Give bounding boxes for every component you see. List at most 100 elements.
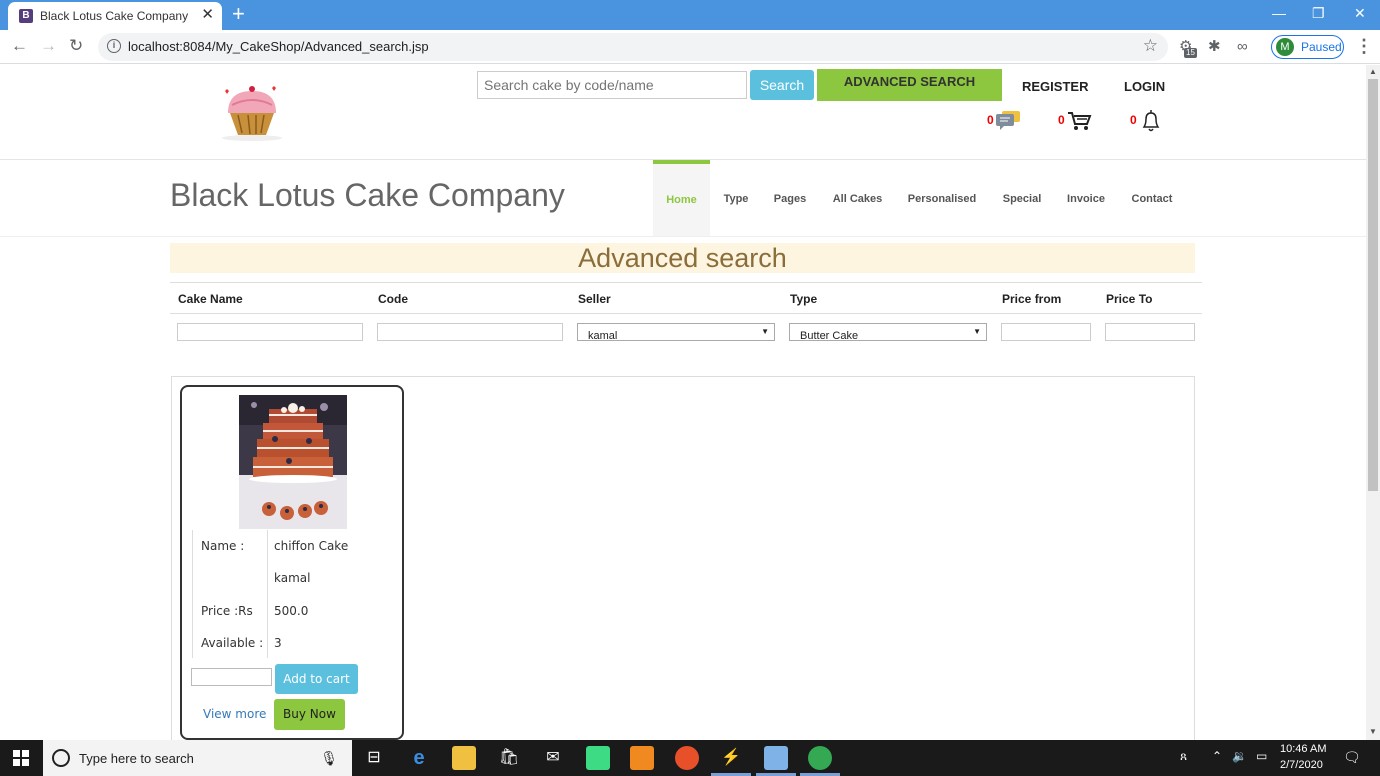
seller-value: kamal	[274, 571, 311, 585]
seller-select[interactable]: kamal ▼	[577, 323, 775, 341]
shopping-cart-icon[interactable]	[1066, 109, 1092, 131]
address-bar[interactable]: i localhost:8084/My_CakeShop/Advanced_se…	[98, 33, 1168, 61]
notification-center-icon[interactable]: 🗨	[1343, 749, 1361, 766]
task-view-icon[interactable]: ⊟	[362, 746, 386, 770]
nav-item-special[interactable]: Special	[1000, 160, 1044, 236]
microphone-icon[interactable]: 🎙	[320, 750, 338, 767]
sublime-app-icon[interactable]	[630, 746, 654, 770]
nav-divider	[0, 236, 1366, 237]
edge-browser-icon[interactable]: e	[407, 746, 431, 770]
filter-label-type: Type	[790, 292, 818, 306]
chevron-down-icon: ▼	[973, 327, 981, 336]
windows-start-icon[interactable]	[13, 750, 29, 766]
browser-tab[interactable]: B Black Lotus Cake Company ✕	[8, 2, 222, 30]
site-title[interactable]: Black Lotus Cake Company	[170, 177, 565, 214]
filter-label-seller: Seller	[578, 292, 611, 306]
profile-status-label: Paused	[1301, 40, 1342, 54]
price-to-field[interactable]	[1105, 323, 1195, 341]
filter-label-price-to: Price To	[1106, 292, 1153, 306]
browser-titlebar: B Black Lotus Cake Company ✕ + — ❐ ✕	[0, 0, 1380, 30]
browser-menu-icon[interactable]: ⋮	[1355, 36, 1373, 57]
avatar: M	[1276, 38, 1294, 56]
profile-button[interactable]: M Paused	[1271, 35, 1344, 59]
nav-item-type[interactable]: Type	[718, 160, 754, 236]
nav-item-pages[interactable]: Pages	[770, 160, 810, 236]
view-more-link[interactable]: View more	[203, 707, 266, 721]
type-selected-value: Butter Cake	[800, 330, 859, 341]
filter-label-cake-name: Cake Name	[178, 292, 243, 306]
cake-name-value: chiffon Cake	[274, 539, 349, 553]
add-to-cart-button[interactable]: Add to cart	[275, 664, 358, 694]
name-label: Name :	[201, 539, 245, 553]
tray-chevron-up-icon[interactable]: ⌃	[1212, 749, 1222, 763]
filter-header-bottom-border	[170, 313, 1202, 314]
quantity-field[interactable]	[191, 668, 272, 686]
price-from-field[interactable]	[1001, 323, 1091, 341]
mail-icon[interactable]: ✉	[541, 746, 565, 770]
nav-item-home[interactable]: Home	[653, 160, 710, 236]
taskbar-search-box[interactable]: Type here to search 🎙	[43, 740, 352, 776]
page-content: Search ADVANCED SEARCH REGISTER LOGIN 0 …	[0, 65, 1366, 740]
back-arrow-icon[interactable]: ←	[11, 36, 28, 56]
clock-time[interactable]: 10:46 AM	[1280, 743, 1326, 755]
windows-taskbar: Type here to search 🎙 ⊟ e 🛍 ✉ ⚡ ጸ ⌃ 🔉 ▭ …	[0, 740, 1380, 776]
nav-item-contact[interactable]: Contact	[1129, 160, 1175, 236]
scroll-up-icon[interactable]: ▲	[1369, 67, 1377, 76]
price-label: Price :Rs	[201, 604, 253, 618]
volume-icon[interactable]: 🔉	[1232, 749, 1247, 763]
cake-card: Name : chiffon Cake kamal Price :Rs 500.…	[180, 385, 404, 740]
scroll-thumb[interactable]	[1368, 79, 1378, 491]
code-field[interactable]	[377, 323, 563, 341]
advanced-search-button[interactable]: ADVANCED SEARCH	[817, 69, 1002, 101]
lightning-app-icon[interactable]: ⚡	[719, 746, 743, 770]
extension-bug-icon[interactable]: ✱	[1208, 38, 1221, 56]
window-close-icon[interactable]: ✕	[1354, 3, 1366, 23]
search-input[interactable]	[477, 71, 747, 99]
chrome-icon[interactable]	[808, 746, 832, 770]
register-link[interactable]: REGISTER	[1022, 79, 1088, 94]
bell-icon[interactable]	[1139, 109, 1163, 133]
filter-label-price-from: Price from	[1002, 292, 1062, 306]
restore-icon[interactable]: ❐	[1312, 3, 1325, 23]
people-icon[interactable]: ጸ	[1180, 749, 1187, 764]
url-text[interactable]: localhost:8084/My_CakeShop/Advanced_sear…	[128, 39, 429, 54]
notification-count-badge: 0	[1130, 113, 1137, 127]
page-scrollbar[interactable]: ▲ ▼	[1366, 65, 1380, 740]
store-bag-icon[interactable]: 🛍	[497, 746, 521, 770]
cake-photo[interactable]	[239, 395, 347, 529]
extension-badge: 15	[1184, 48, 1197, 58]
tab-title: Black Lotus Cake Company	[40, 9, 189, 23]
site-info-icon[interactable]: i	[107, 39, 121, 53]
battery-icon[interactable]: ▭	[1256, 749, 1267, 763]
nav-item-personalised[interactable]: Personalised	[906, 160, 978, 236]
minimize-icon[interactable]: —	[1272, 3, 1286, 23]
cupcake-logo[interactable]	[210, 83, 295, 143]
message-count-badge: 0	[987, 113, 994, 127]
type-select[interactable]: Butter Cake ▼	[789, 323, 987, 341]
reload-icon[interactable]: ↻	[69, 36, 83, 56]
nav-item-all-cakes[interactable]: All Cakes	[830, 160, 885, 236]
scroll-down-icon[interactable]: ▼	[1369, 727, 1377, 736]
new-tab-plus-icon[interactable]: +	[232, 3, 245, 25]
seller-selected-value: kamal	[588, 330, 618, 341]
buy-now-button[interactable]: Buy Now	[274, 699, 345, 730]
filter-label-code: Code	[378, 292, 408, 306]
details-column-divider	[267, 530, 268, 658]
forward-arrow-icon[interactable]: →	[40, 36, 57, 56]
android-studio-icon[interactable]	[586, 746, 610, 770]
firefox-icon[interactable]	[675, 746, 699, 770]
virtualbox-cube-icon[interactable]	[764, 746, 788, 770]
filter-header-top-border	[170, 282, 1202, 283]
clock-date[interactable]: 2/7/2020	[1280, 759, 1323, 771]
bookmark-star-icon[interactable]: ☆	[1143, 36, 1158, 56]
cake-name-field[interactable]	[177, 323, 363, 341]
chat-bubbles-icon[interactable]	[994, 109, 1022, 131]
search-button[interactable]: Search	[750, 70, 814, 100]
extension-link-icon[interactable]: ∞	[1237, 38, 1248, 56]
file-explorer-icon[interactable]	[452, 746, 476, 770]
browser-toolbar: ← → ↻ i localhost:8084/My_CakeShop/Advan…	[0, 30, 1380, 64]
tab-close-icon[interactable]: ✕	[201, 7, 214, 23]
login-link[interactable]: LOGIN	[1124, 79, 1165, 94]
nav-item-invoice[interactable]: Invoice	[1064, 160, 1108, 236]
price-value: 500.0	[274, 604, 309, 618]
